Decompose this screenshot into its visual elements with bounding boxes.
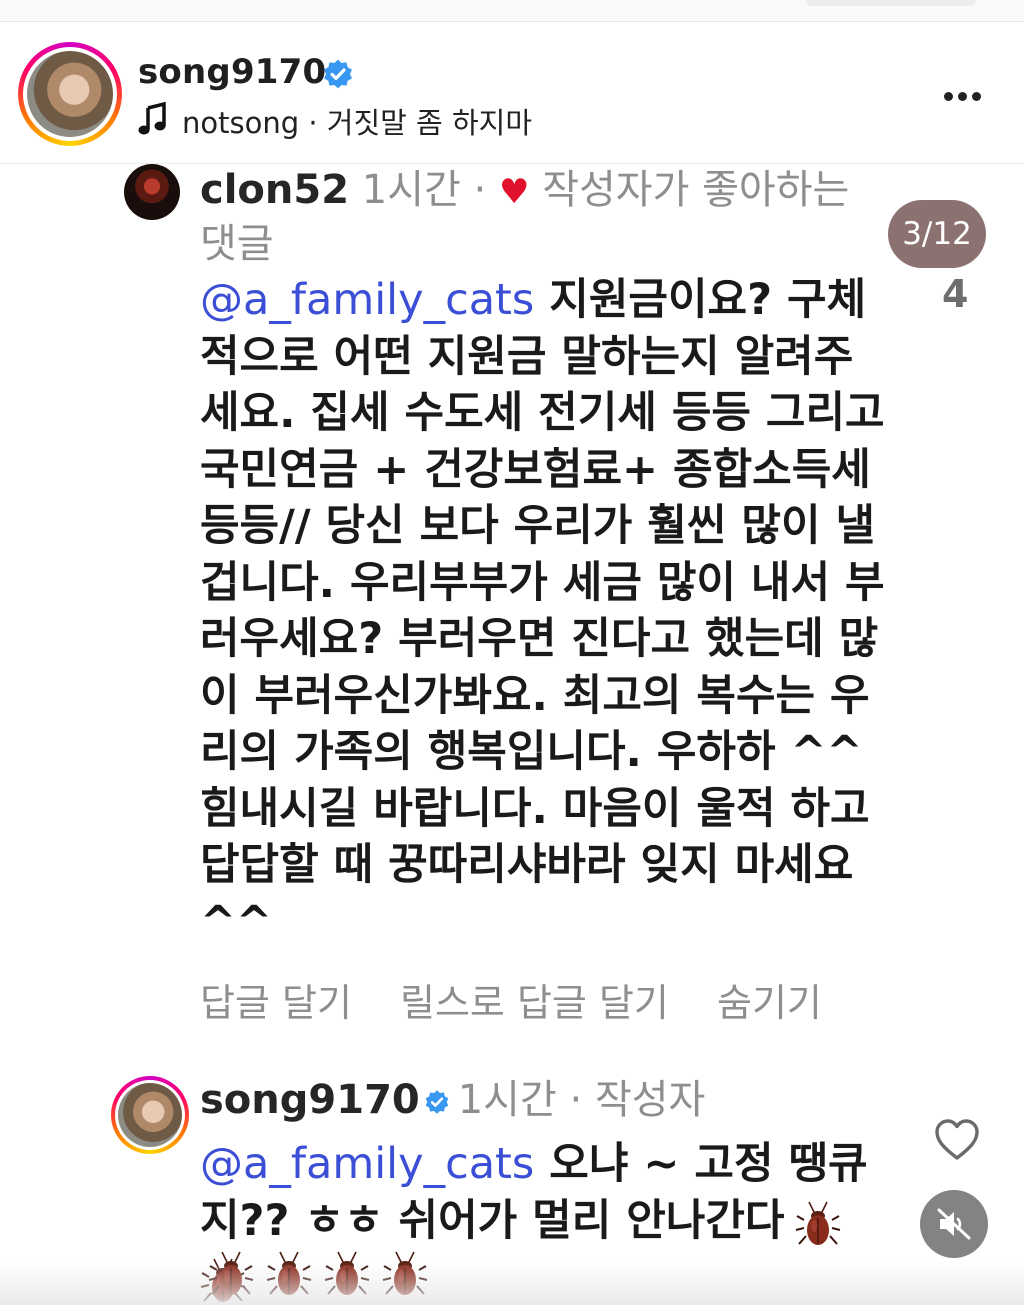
heart-outline-icon[interactable] bbox=[934, 1118, 980, 1162]
comment-line: 적으로 어떤 지원금 말하는지 알려주 bbox=[200, 331, 854, 382]
comment-line: 지원금이요? 구체 bbox=[534, 275, 867, 325]
comment-line: 겁니다. 우리부부가 세금 많이 내서 부 bbox=[200, 557, 885, 608]
comment-line: 등등// 당신 보다 우리가 훨씬 많이 낼 bbox=[200, 501, 876, 551]
commenter-username[interactable]: clon52 bbox=[200, 167, 349, 213]
reply-meta: song9170 1시간 · 작성자 bbox=[200, 1074, 705, 1126]
commenter-avatar[interactable] bbox=[124, 164, 180, 220]
comment-text: @a_family_cats 지원금이요? 구체 적으로 어떤 지원금 말하는지… bbox=[200, 272, 890, 950]
reply-line: 오냐 ~ 고정 땡큐 bbox=[534, 1139, 868, 1189]
reply-separator: · bbox=[569, 1077, 583, 1123]
author-avatar[interactable] bbox=[18, 42, 122, 146]
more-horizontal-icon[interactable] bbox=[944, 86, 988, 101]
heart-filled-icon: ♥ bbox=[498, 172, 530, 212]
page-indicator-badge: 3/12 bbox=[888, 200, 986, 268]
cockroach-emoji bbox=[795, 1201, 840, 1245]
audio-separator: · bbox=[299, 106, 327, 140]
comment-line: ^^ bbox=[200, 896, 273, 947]
audio-track-link[interactable]: notsong · 거짓말 좀 하지마 bbox=[182, 100, 532, 142]
reply-username[interactable]: song9170 bbox=[200, 1077, 420, 1123]
comment-like-count: 4 bbox=[942, 272, 969, 316]
comment-line: 힘내시길 바랍니다. 마음이 울적 하고 bbox=[200, 783, 870, 834]
reply-mention[interactable]: @a_family_cats bbox=[200, 1139, 534, 1189]
cockroach-emoji bbox=[382, 1251, 428, 1295]
comment-line: 러우세요? 부러우면 진다고 했는데 많 bbox=[200, 614, 879, 664]
audio-title: 거짓말 좀 하지마 bbox=[326, 106, 532, 140]
reply-author-avatar[interactable] bbox=[111, 1076, 189, 1154]
reply-with-reel-button[interactable]: 릴스로 답글 달기 bbox=[400, 981, 669, 1025]
comment-line: 이 부러우신가봐요. 최고의 복수는 우 bbox=[200, 670, 870, 721]
comment-time: 1시간 bbox=[361, 167, 461, 213]
comment-actions: 답글 달기 릴스로 답글 달기 숨기기 bbox=[200, 972, 858, 1027]
comment-meta: clon52 1시간 · ♥ 작성자가 좋아하는 댓글 bbox=[200, 164, 890, 270]
cockroach-emoji bbox=[324, 1251, 370, 1295]
reply-button[interactable]: 답글 달기 bbox=[200, 981, 352, 1025]
reply-line: 지?? ㅎㅎ 쉬어가 멀리 안나간다 bbox=[200, 1195, 785, 1246]
cockroach-emoji-group bbox=[208, 1248, 440, 1298]
comment-mention[interactable]: @a_family_cats bbox=[200, 275, 534, 325]
verified-badge-icon bbox=[425, 1090, 449, 1114]
music-note-icon bbox=[138, 102, 166, 135]
comment-line: 리의 가족의 행복입니다. 우하하 ^^ bbox=[200, 727, 863, 777]
author-role-label: 작성자 bbox=[594, 1077, 706, 1123]
speaker-muted-icon bbox=[937, 1208, 971, 1240]
comment-line: 답답할 때 꿍따리샤바라 잊지 마세요 bbox=[200, 840, 854, 890]
cockroach-emoji bbox=[266, 1251, 312, 1295]
post-header: song9170 notsong · 거짓말 좀 하지마 bbox=[0, 22, 1024, 164]
author-username[interactable]: song9170 bbox=[138, 52, 326, 92]
comment-line: 세요. 집세 수도세 전기세 등등 그리고 bbox=[200, 388, 885, 438]
status-strip bbox=[0, 0, 1024, 22]
audio-artist: notsong bbox=[182, 106, 300, 140]
comment-line: 국민연금 + 건강보험료+ 종합소득세 bbox=[200, 444, 871, 495]
mute-button[interactable] bbox=[920, 1190, 988, 1258]
hide-button[interactable]: 숨기기 bbox=[717, 981, 822, 1025]
cockroach-emoji bbox=[208, 1251, 254, 1295]
comment-separator: · bbox=[473, 167, 487, 213]
verified-badge-icon bbox=[324, 59, 352, 89]
reply-time: 1시간 bbox=[457, 1077, 557, 1123]
